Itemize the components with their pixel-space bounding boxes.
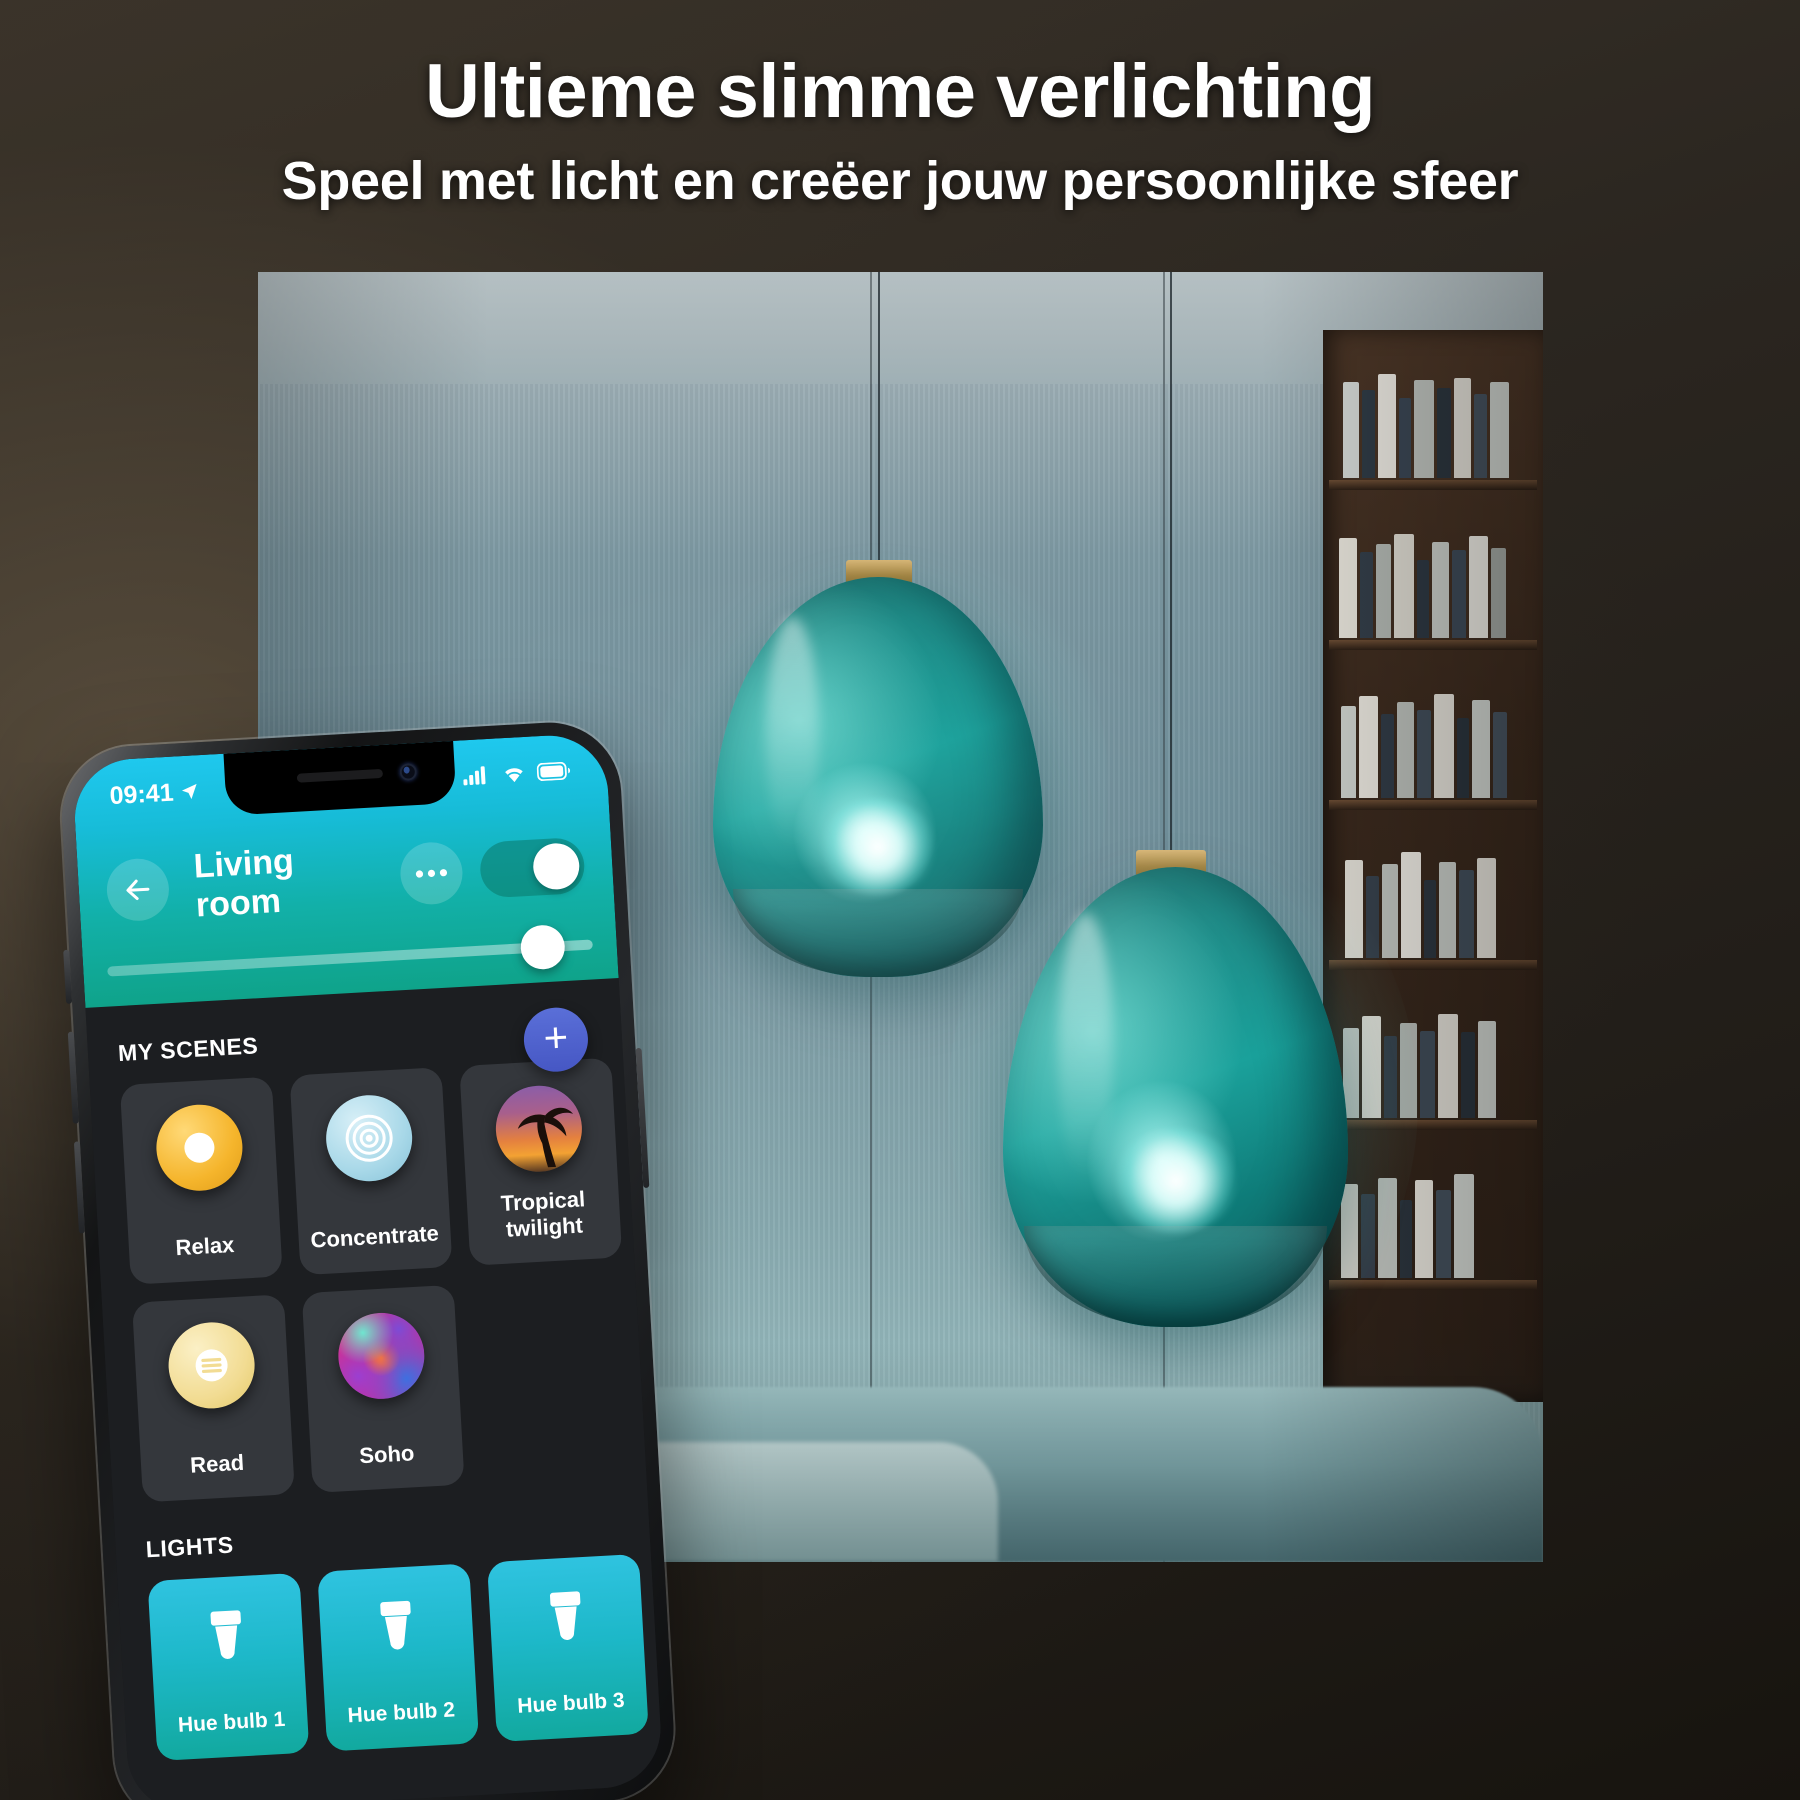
brightness-slider[interactable]: [107, 924, 593, 980]
light-label: Hue bulb 2: [347, 1698, 456, 1728]
status-clock: 09:41: [109, 777, 199, 811]
add-scene-label: +: [542, 1013, 570, 1062]
back-arrow-icon: [126, 879, 150, 901]
phone-mockup: 09:41 Living room + MY SCENES Relax Conc…: [58, 718, 678, 1800]
status-indicators: [463, 760, 572, 786]
scenes-row-1: Relax Concentrate Tropical twilight: [90, 1048, 664, 1286]
page-subtitle: Speel met licht en creëer jouw persoonli…: [281, 150, 1519, 211]
cellular-signal-icon: [463, 766, 486, 786]
room-title: Living room: [192, 842, 295, 925]
relax-scene-icon: [154, 1102, 245, 1194]
scene-card-concentrate[interactable]: Concentrate: [289, 1067, 453, 1276]
scene-label: Soho: [358, 1439, 415, 1468]
room-power-toggle[interactable]: [478, 836, 586, 899]
scene-label: Concentrate: [309, 1220, 440, 1253]
light-label: Hue bulb 3: [516, 1688, 626, 1718]
palm-tree-glyph-icon: [517, 1107, 574, 1168]
brightness-knob[interactable]: [519, 924, 566, 971]
concentrate-scene-icon: [323, 1092, 415, 1184]
status-time: 09:41: [108, 778, 175, 810]
soho-scene-icon: [335, 1310, 427, 1402]
phone-screen: 09:41 Living room + MY SCENES Relax Conc…: [71, 732, 664, 1800]
light-card-hue-bulb-1[interactable]: Hue bulb 1: [147, 1572, 310, 1762]
front-camera-icon: [399, 763, 418, 781]
scene-card-relax[interactable]: Relax: [119, 1076, 283, 1285]
tropical-twilight-scene-icon: [493, 1083, 585, 1175]
wifi-icon: [505, 768, 523, 783]
read-glyph-icon: [195, 1349, 228, 1382]
scene-label: Tropical twilight: [500, 1186, 586, 1242]
phone-notch: [223, 740, 457, 816]
battery-icon: [536, 761, 571, 782]
bulb-icon: [549, 1591, 581, 1640]
earpiece-speaker: [296, 768, 384, 783]
scene-label: Read: [189, 1449, 245, 1478]
light-card-hue-bulb-2[interactable]: Hue bulb 2: [317, 1563, 480, 1752]
lights-row: Hue bulb 1 Hue bulb 2 Hue bulb 3: [118, 1544, 664, 1763]
read-scene-icon: [166, 1320, 257, 1411]
app-nav-row: Living room: [77, 818, 615, 938]
scene-card-tropical-twilight[interactable]: Tropical twilight: [459, 1057, 623, 1266]
page-title: Ultieme slimme verlichting: [425, 49, 1376, 134]
hero-text-block: Ultieme slimme verlichting Speel met lic…: [0, 52, 1800, 211]
bulb-icon: [210, 1610, 241, 1659]
scene-card-soho[interactable]: Soho: [301, 1284, 465, 1493]
concentrate-glyph-icon: [345, 1114, 393, 1162]
scene-card-read[interactable]: Read: [131, 1294, 295, 1503]
light-label: Hue bulb 1: [177, 1707, 286, 1737]
ellipsis-icon: [415, 869, 448, 878]
location-arrow-icon: [181, 783, 197, 800]
light-card-hue-bulb-3[interactable]: Hue bulb 3: [487, 1553, 649, 1743]
scenes-row-2: Read Soho: [102, 1275, 646, 1504]
app-content: + MY SCENES Relax Concentrate Tropical t…: [85, 978, 664, 1800]
scene-label: Relax: [174, 1231, 235, 1260]
bulb-icon: [380, 1600, 411, 1650]
more-options-button[interactable]: [398, 840, 465, 907]
relax-glyph-icon: [184, 1132, 215, 1163]
back-button[interactable]: [105, 857, 171, 923]
